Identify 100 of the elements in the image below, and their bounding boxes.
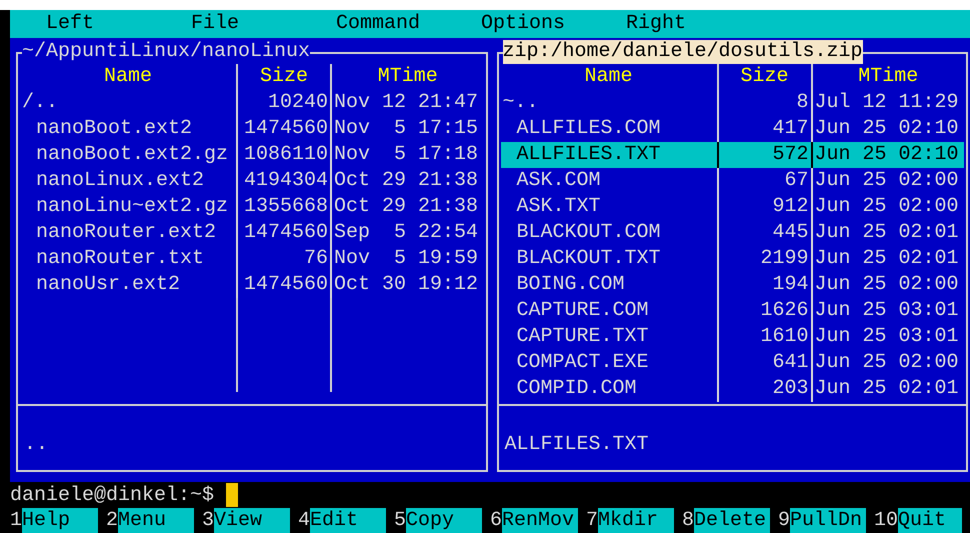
function-key-button[interactable]: View bbox=[214, 508, 290, 533]
file-row[interactable]: BLACKOUT.COM 445 Jun 25 02:01 bbox=[500, 220, 964, 246]
file-name: ~.. bbox=[502, 90, 540, 116]
key-number: 7 bbox=[586, 508, 598, 533]
file-name: ALLFILES.TXT bbox=[516, 142, 662, 168]
file-name: COMPACT.EXE bbox=[516, 350, 650, 376]
function-key-button[interactable]: Mkdir bbox=[598, 508, 674, 533]
file-row[interactable]: ASK.TXT 912 Jun 25 02:00 bbox=[500, 194, 964, 220]
file-size: 445 bbox=[716, 220, 810, 246]
file-row[interactable]: nanoBoot.ext2 1474560 Nov 5 17:15 bbox=[20, 116, 484, 142]
file-mtime: Jun 25 02:00 bbox=[810, 272, 964, 298]
file-row[interactable]: COMPACT.EXE 641 Jun 25 02:00 bbox=[500, 350, 964, 376]
shell-prompt: daniele@dinkel:~$ bbox=[10, 484, 214, 506]
file-mtime: Sep 5 22:54 bbox=[330, 220, 484, 246]
menu-item[interactable]: Left bbox=[46, 11, 191, 37]
file-row[interactable]: nanoBoot.ext2.gz 1086110 Nov 5 17:18 bbox=[20, 142, 484, 168]
file-name: BLACKOUT.TXT bbox=[516, 246, 662, 272]
file-size: 1086110 bbox=[236, 142, 330, 168]
file-size: 4194304 bbox=[236, 168, 330, 194]
file-mtime: Jun 25 02:00 bbox=[810, 194, 964, 220]
file-mtime: Jul 12 11:29 bbox=[810, 90, 964, 116]
function-key-button[interactable]: RenMov bbox=[502, 508, 578, 533]
file-size: 67 bbox=[716, 168, 810, 194]
file-name: ALLFILES.COM bbox=[516, 116, 662, 142]
file-row[interactable]: CAPTURE.TXT 1610 Jun 25 03:01 bbox=[500, 324, 964, 350]
column-header: Size bbox=[236, 64, 330, 90]
file-mtime: Nov 12 21:47 bbox=[330, 90, 484, 116]
column-header: Name bbox=[102, 64, 153, 90]
file-row[interactable]: nanoLinu~ext2.gz 1355668 Oct 29 21:38 bbox=[20, 194, 484, 220]
function-key-button[interactable]: Delete bbox=[694, 508, 770, 533]
file-name: BOING.COM bbox=[516, 272, 626, 298]
file-row[interactable]: COMPID.COM 203 Jun 25 02:01 bbox=[500, 376, 964, 402]
file-row[interactable]: nanoRouter.ext2 1474560 Sep 5 22:54 bbox=[20, 220, 484, 246]
column-header: Name bbox=[583, 64, 634, 90]
file-mtime: Jun 25 02:00 bbox=[810, 168, 964, 194]
file-row[interactable]: ~.. 8 Jul 12 11:29 bbox=[500, 90, 964, 116]
key-number: 2 bbox=[106, 508, 118, 533]
file-mtime: Oct 30 19:12 bbox=[330, 272, 484, 298]
file-size: 1474560 bbox=[236, 272, 330, 298]
function-key-button[interactable]: Edit bbox=[310, 508, 386, 533]
panel-path: zip:/home/daniele/dosutils.zip bbox=[502, 40, 863, 64]
file-row[interactable]: CAPTURE.COM 1626 Jun 25 03:01 bbox=[500, 298, 964, 324]
file-size: 194 bbox=[716, 272, 810, 298]
function-key-button[interactable]: Help bbox=[22, 508, 98, 533]
file-mtime: Jun 25 02:01 bbox=[810, 246, 964, 272]
column-header: Size bbox=[716, 64, 810, 90]
file-row[interactable]: nanoUsr.ext2 1474560 Oct 30 19:12 bbox=[20, 272, 484, 298]
file-name: CAPTURE.TXT bbox=[516, 324, 650, 350]
key-number: 1 bbox=[10, 508, 22, 533]
key-number: 5 bbox=[394, 508, 406, 533]
column-header: MTime bbox=[810, 64, 964, 90]
file-name: nanoBoot.ext2.gz bbox=[35, 142, 230, 168]
function-key-button[interactable]: Quit bbox=[898, 508, 962, 533]
file-name: BLACKOUT.COM bbox=[516, 220, 662, 246]
file-mtime: Jun 25 02:10 bbox=[810, 142, 964, 168]
file-row[interactable]: ALLFILES.TXT 572 Jun 25 02:10 bbox=[500, 142, 964, 168]
key-number: 10 bbox=[874, 508, 898, 533]
file-size: 1474560 bbox=[236, 116, 330, 142]
mini-status: .. bbox=[24, 432, 48, 458]
key-number: 8 bbox=[682, 508, 694, 533]
function-key-button[interactable]: Menu bbox=[118, 508, 194, 533]
file-row[interactable]: nanoLinux.ext2 4194304 Oct 29 21:38 bbox=[20, 168, 484, 194]
file-name: COMPID.COM bbox=[516, 376, 638, 402]
file-name: nanoLinux.ext2 bbox=[35, 168, 206, 194]
file-name: nanoRouter.txt bbox=[35, 246, 206, 272]
file-mtime: Oct 29 21:38 bbox=[330, 194, 484, 220]
file-name: nanoUsr.ext2 bbox=[35, 272, 182, 298]
file-mtime: Jun 25 02:01 bbox=[810, 376, 964, 402]
file-size: 203 bbox=[716, 376, 810, 402]
file-name: nanoRouter.ext2 bbox=[35, 220, 218, 246]
file-size: 10240 bbox=[236, 90, 330, 116]
file-mtime: Oct 29 21:38 bbox=[330, 168, 484, 194]
file-row[interactable]: /.. 10240 Nov 12 21:47 bbox=[20, 90, 484, 116]
file-name: CAPTURE.COM bbox=[516, 298, 650, 324]
menu-item[interactable]: Command bbox=[336, 11, 481, 37]
file-name: ASK.TXT bbox=[516, 194, 602, 220]
file-mtime: Jun 25 03:01 bbox=[810, 324, 964, 350]
file-name: nanoBoot.ext2 bbox=[35, 116, 194, 142]
column-header: MTime bbox=[330, 64, 484, 90]
file-size: 2199 bbox=[716, 246, 810, 272]
function-key-button[interactable]: Copy bbox=[406, 508, 482, 533]
file-row[interactable]: ASK.COM 67 Jun 25 02:00 bbox=[500, 168, 964, 194]
cursor-icon bbox=[226, 483, 238, 507]
menu-item[interactable]: Right bbox=[626, 11, 771, 37]
menu-item[interactable]: Options bbox=[481, 11, 626, 37]
file-size: 1355668 bbox=[236, 194, 330, 220]
file-row[interactable]: BOING.COM 194 Jun 25 02:00 bbox=[500, 272, 964, 298]
mini-status: ALLFILES.TXT bbox=[504, 432, 649, 458]
file-size: 76 bbox=[236, 246, 330, 272]
file-name: ASK.COM bbox=[516, 168, 602, 194]
file-row[interactable]: BLACKOUT.TXT 2199 Jun 25 02:01 bbox=[500, 246, 964, 272]
file-name: nanoLinu~ext2.gz bbox=[35, 194, 230, 220]
menu-item[interactable]: File bbox=[191, 11, 336, 37]
key-number: 6 bbox=[490, 508, 502, 533]
function-key-button[interactable]: PullDn bbox=[790, 508, 866, 533]
file-mtime: Jun 25 02:01 bbox=[810, 220, 964, 246]
key-number: 9 bbox=[778, 508, 790, 533]
file-name: /.. bbox=[21, 90, 60, 116]
key-number: 4 bbox=[298, 508, 310, 533]
file-row[interactable]: nanoRouter.txt 76 Nov 5 19:59 bbox=[20, 246, 484, 272]
